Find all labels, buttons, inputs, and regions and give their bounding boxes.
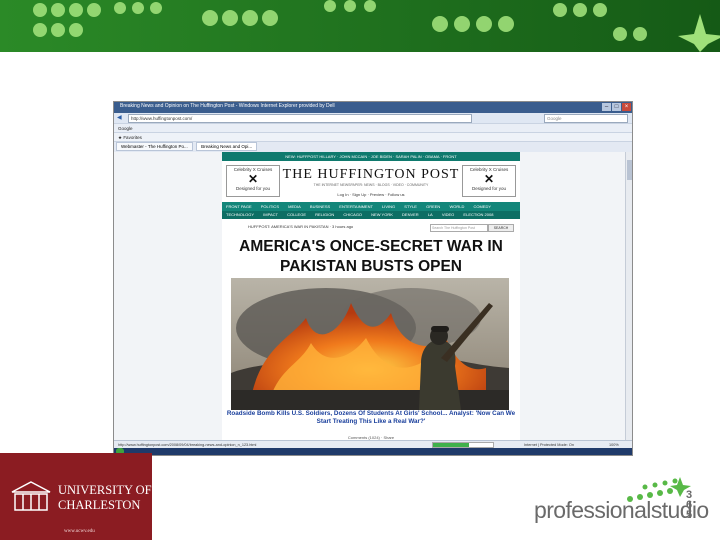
windows-taskbar [114,448,632,455]
header-banner [0,0,720,52]
ticker-text[interactable]: HUFFPOST: AMERICA'S WAR IN PAKISTAN · 3 … [248,224,353,229]
sub-headline[interactable]: Roadside Bomb Kills U.S. Soldiers, Dozen… [222,410,520,426]
section-business[interactable]: BUSINESS [310,204,330,209]
headline-photo[interactable] [231,278,509,410]
section-media[interactable]: MEDIA [288,204,301,209]
address-row: ◀ http://www.huffingtonpost.com/ Google [114,113,632,123]
site-search-input[interactable]: Search The Huffington Post [430,224,488,232]
browser-search-box[interactable]: Google [544,114,628,123]
ad-logo-icon: ✕ [247,172,259,186]
browser-title-bar: Breaking News and Opinion on The Huffing… [114,102,632,113]
google-toolbar-label[interactable]: Google [118,126,133,131]
tab-row: Webmaster - The Huffington Po... Breakin… [114,141,632,152]
address-bar[interactable]: http://www.huffingtonpost.com/ [128,114,472,123]
section-world[interactable]: WORLD [449,204,464,209]
favorites-label[interactable]: Favorites [123,135,142,140]
subsection-nav: TECHNOLOGY IMPACT COLLEGE RELIGION CHICA… [222,211,520,219]
scrollbar-thumb[interactable] [627,160,632,180]
ad-left-line: Designed for you [235,186,271,191]
main-headline[interactable]: AMERICA'S ONCE-SECRET WAR IN PAKISTAN BU… [222,237,520,277]
site-search-button[interactable]: SEARCH [488,224,514,232]
sub-election[interactable]: ELECTION 2008 [463,212,493,217]
login-links[interactable]: Log In · Sign Up · Preview · Follow us [280,192,462,197]
tab-breaking-news[interactable]: Breaking News and Opi... [196,142,258,151]
university-name: UNIVERSITY OF CHARLESTON [58,483,152,513]
maximize-button[interactable]: □ [612,103,621,111]
ad-left[interactable]: Celebrity X Cruises ✕ Designed for you [226,165,280,197]
burning-scene-image [231,278,509,410]
section-comedy[interactable]: COMEDY [473,204,491,209]
browser-screenshot: Breaking News and Opinion on The Huffing… [113,101,633,456]
sub-new-york[interactable]: NEW YORK [371,212,393,217]
sub-impact[interactable]: IMPACT [263,212,278,217]
ad-logo-icon: ✕ [483,172,495,186]
top-nav[interactable]: NEW: HUFFPOST HILLARY · JOHN MCCAIN · JO… [222,152,520,161]
ad-right-line: Designed for you [471,186,507,191]
tab-webmaster[interactable]: Webmaster - The Huffington Po... [116,142,193,151]
university-building-icon [11,481,51,511]
site-tagline: THE INTERNET NEWSPAPER: NEWS · BLOGS · V… [313,183,429,187]
vertical-scrollbar[interactable] [625,152,632,440]
section-living[interactable]: LIVING [382,204,395,209]
star-icon[interactable]: ★ [118,135,122,140]
sub-video[interactable]: VIDEO [442,212,454,217]
section-front[interactable]: FRONT PAGE [226,204,252,209]
back-icon[interactable]: ◀ [117,114,122,121]
sub-denver[interactable]: DENVER [402,212,419,217]
section-green[interactable]: GREEN [426,204,440,209]
section-style[interactable]: STYLE [404,204,417,209]
sub-la[interactable]: LA [428,212,433,217]
university-name-text: UNIVERSITY OF CHARLESTON [58,483,152,512]
brand-name: professionalstudio [534,497,709,523]
banner-dots-graphic [0,0,720,52]
site-logo[interactable]: THE HUFFINGTON POST [280,167,462,183]
university-logo-block: UNIVERSITY OF CHARLESTON www.ucwv.edu [0,453,152,540]
section-nav: FRONT PAGE POLITICS MEDIA BUSINESS ENTER… [222,202,520,211]
window-title: Breaking News and Opinion on The Huffing… [120,103,335,109]
status-url: http://www.huffingtonpost.com/2008/09/04… [118,443,257,447]
section-politics[interactable]: POLITICS [261,204,279,209]
brand-number: 365 [686,489,693,521]
minimize-button[interactable]: – [602,103,611,111]
sub-chicago[interactable]: CHICAGO [343,212,362,217]
section-entertainment[interactable]: ENTERTAINMENT [339,204,373,209]
huffpost-page: NEW: HUFFPOST HILLARY · JOHN MCCAIN · JO… [222,152,520,440]
sub-technology[interactable]: TECHNOLOGY [226,212,254,217]
load-progress-fill [433,443,469,447]
ad-right[interactable]: Celebrity X Cruises ✕ Designed for you [462,165,516,197]
close-button[interactable]: × [622,103,631,111]
sub-college[interactable]: COLLEGE [287,212,306,217]
university-url: www.ucwv.edu [64,529,95,534]
sub-religion[interactable]: RELIGION [315,212,334,217]
